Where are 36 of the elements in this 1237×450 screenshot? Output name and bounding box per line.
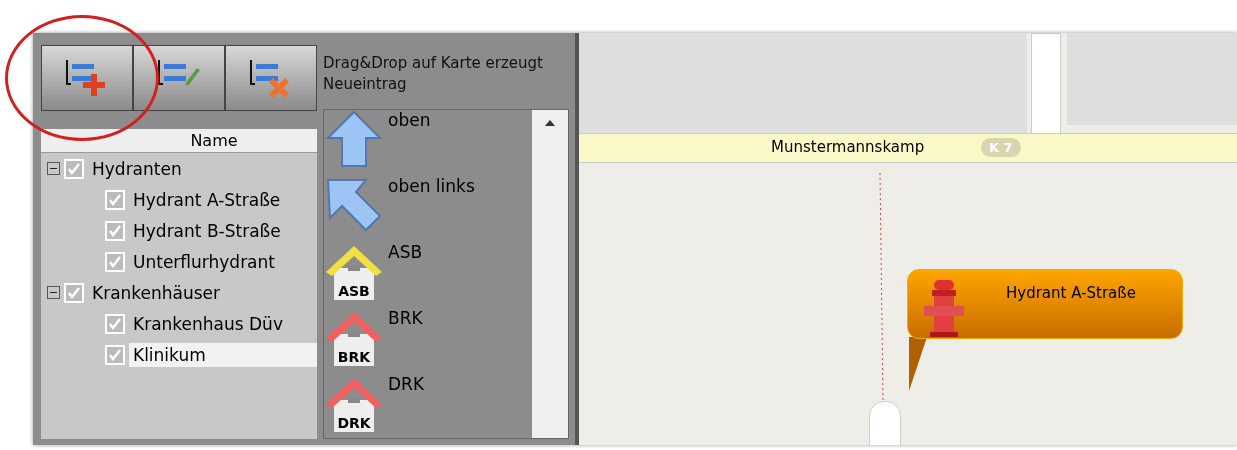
column-header[interactable]: Name xyxy=(41,129,317,153)
tree-item[interactable]: Krankenhaus Düv xyxy=(129,311,287,336)
tree-item[interactable]: Krankenhäuser xyxy=(88,280,225,305)
checkbox[interactable] xyxy=(64,158,84,179)
symbol-label[interactable]: ASB xyxy=(388,242,423,262)
arrow-up-icon xyxy=(324,110,384,168)
symbol-label[interactable]: oben xyxy=(388,110,431,130)
checkbox[interactable] xyxy=(105,313,125,334)
road-name: Munstermannskamp xyxy=(771,138,925,156)
checkbox[interactable] xyxy=(105,189,125,210)
scroll-up-icon[interactable] xyxy=(545,120,555,126)
scrollbar[interactable] xyxy=(532,110,568,438)
toolbar-button[interactable] xyxy=(41,45,133,111)
collapse-icon[interactable] xyxy=(47,162,60,175)
symbol-label[interactable]: DRK xyxy=(388,374,425,394)
map-marker[interactable]: Hydrant A-Straße xyxy=(907,269,1183,339)
tree-item[interactable]: Unterflurhydrant xyxy=(129,249,279,274)
tree-item[interactable]: Hydranten xyxy=(88,156,186,181)
side-street xyxy=(869,401,901,445)
marker-label: Hydrant A-Straße xyxy=(1006,284,1136,302)
hint-text: Drag&Drop auf Karte erzeugt Neueintrag xyxy=(323,53,544,95)
road-number: K 7 xyxy=(981,138,1021,157)
map[interactable]: Munstermannskamp K 7 Hydrant A-Straße xyxy=(579,33,1237,445)
checkbox[interactable] xyxy=(105,220,125,241)
tree-item[interactable]: Hydrant B-Straße xyxy=(129,218,285,243)
checkbox[interactable] xyxy=(64,282,84,303)
tree-item[interactable]: Hydrant A-Straße xyxy=(129,187,285,212)
collapse-icon[interactable] xyxy=(47,286,60,299)
tree-item[interactable]: Klinikum xyxy=(129,342,317,367)
checkbox[interactable] xyxy=(105,344,125,365)
symbol-label[interactable]: oben links xyxy=(388,176,475,196)
toolbar-button[interactable] xyxy=(225,45,317,111)
toolbar-button[interactable] xyxy=(133,45,225,111)
checkbox[interactable] xyxy=(105,251,125,272)
symbol-label[interactable]: BRK xyxy=(388,308,423,328)
arrow-up-left-icon xyxy=(324,176,384,234)
